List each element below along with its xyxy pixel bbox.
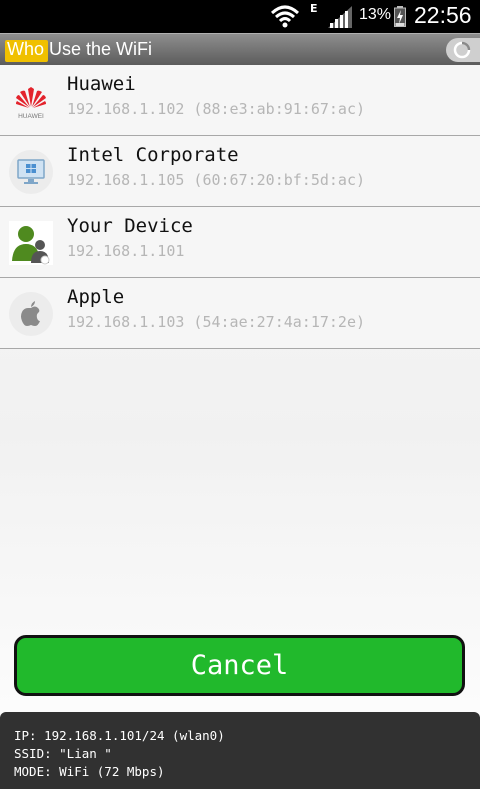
device-row-apple[interactable]: Apple 192.168.1.103 (54:ae:27:4a:17:2e) — [0, 278, 480, 349]
wifi-icon — [270, 5, 300, 28]
device-row-huawei[interactable]: HUAWEI Huawei 192.168.1.102 (88:e3:ab:91… — [0, 65, 480, 136]
app-title-bar: Who Use the WiFi — [0, 33, 480, 65]
battery-percent: 13% — [359, 6, 392, 23]
device-name: Huawei — [67, 73, 136, 95]
battery-charging-icon — [394, 6, 406, 27]
apple-logo-icon — [9, 292, 53, 336]
ssid-info: SSID: "Lian " — [14, 746, 112, 761]
mode-info: MODE: WiFi (72 Mbps) — [14, 764, 165, 779]
device-row-intel-corporate[interactable]: Intel Corporate 192.168.1.105 (60:67:20:… — [0, 136, 480, 207]
device-name: Intel Corporate — [67, 144, 239, 166]
network-type-label: E — [310, 2, 318, 15]
cancel-button[interactable]: Cancel — [14, 635, 465, 696]
device-list: HUAWEI Huawei 192.168.1.102 (88:e3:ab:91… — [0, 65, 480, 349]
user-device-icon — [9, 221, 53, 265]
device-name: Your Device — [67, 215, 193, 237]
huawei-logo-icon: HUAWEI — [9, 79, 53, 123]
status-clock: 22:56 — [414, 2, 472, 28]
device-row-your-device[interactable]: Your Device 192.168.1.101 — [0, 207, 480, 278]
windows-computer-icon — [9, 150, 53, 194]
device-address: 192.168.1.102 (88:e3:ab:91:67:ac) — [67, 100, 366, 118]
huawei-logo-text: HUAWEI — [18, 113, 44, 120]
signal-strength-icon — [328, 6, 352, 28]
status-bar: E 13% 22:56 — [0, 0, 480, 33]
device-name: Apple — [67, 286, 125, 308]
ip-info: IP: 192.168.1.101/24 (wlan0) — [14, 728, 225, 743]
device-address: 192.168.1.103 (54:ae:27:4a:17:2e) — [67, 313, 366, 331]
refresh-spinner-icon[interactable] — [453, 41, 471, 59]
device-address: 192.168.1.101 — [67, 242, 185, 260]
network-info-panel: IP: 192.168.1.101/24 (wlan0) SSID: "Lian… — [0, 712, 480, 789]
app-title: Who Use the WiFi — [7, 39, 153, 59]
device-address: 192.168.1.105 (60:67:20:bf:5d:ac) — [67, 171, 366, 189]
